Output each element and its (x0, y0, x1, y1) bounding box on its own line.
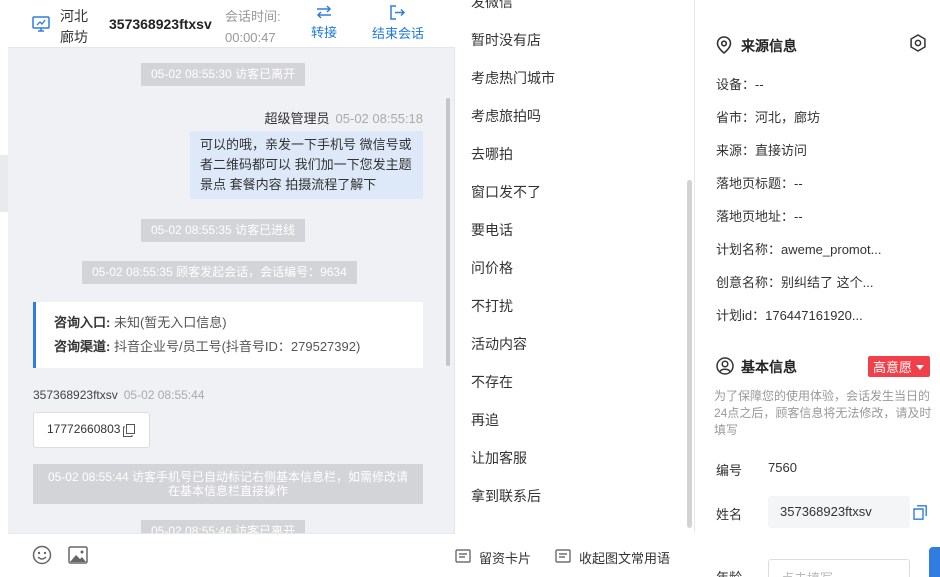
end-session-label: 结束会话 (371, 26, 424, 41)
common-phrases-panel: 发微信 暂时没有店 考虑热门城市 考虑旅拍吗 去哪拍 窗口发不了 要电话 问价格… (455, 0, 695, 577)
system-message: 05-02 08:55:30 访客已离开 (141, 63, 306, 86)
visitor-location: 河北 廊坊 (60, 6, 88, 48)
visitor-time: 05-02 08:55:44 (123, 388, 205, 402)
consult-channel: 咨询渠道: 抖音企业号/员工号(抖音号ID：279527392) (54, 335, 423, 359)
basic-info-header: 基本信息 (716, 357, 797, 377)
system-message: 05-02 08:55:35 顾客发起会话，会话编号：9634 (82, 261, 357, 284)
left-edge-highlight (0, 155, 8, 212)
visitor-name: 357368923ftxsv (33, 388, 118, 402)
collapse-phrases-label: 收起图文常用语 (579, 551, 671, 566)
card-icon (455, 549, 471, 563)
phrase-item[interactable]: 拿到联系后 (471, 486, 541, 506)
age-label: 年龄 (716, 567, 742, 577)
card-icon (555, 549, 571, 563)
settings-icon[interactable] (909, 34, 927, 52)
operator-name: 超级管理员 (264, 111, 330, 126)
number-label: 编号 (716, 463, 743, 478)
consult-entry: 咨询入口: 未知(暂无入口信息) (54, 311, 423, 335)
phrase-item[interactable]: 要电话 (471, 220, 513, 240)
location-province: 河北 (60, 8, 88, 24)
number-value: 7560 (768, 460, 797, 475)
chat-messages[interactable]: 05-02 08:55:30 访客已离开 超级管理员 05-02 08:55:18… (8, 48, 455, 533)
lead-card-button[interactable]: 留资卡片 (455, 548, 531, 567)
age-input[interactable]: 点击填写 (768, 559, 910, 577)
left-edge-strip (0, 0, 8, 577)
source-plan-name: 计划名称：aweme_promot... (716, 242, 882, 257)
consult-entry-label: 咨询入口: (54, 315, 111, 330)
transfer-label: 转接 (310, 25, 337, 40)
system-message: 05-02 08:55:46 访客已离开 (141, 520, 306, 533)
source-creative-name: 创意名称：别纠结了 这个... (716, 275, 874, 290)
phrase-item[interactable]: 去哪拍 (471, 144, 513, 164)
system-message: 05-02 08:55:35 访客已进线 (141, 219, 306, 242)
source-landing-url: 落地页地址：-- (716, 209, 803, 224)
phrase-item[interactable]: 让加客服 (471, 448, 527, 468)
image-icon[interactable] (68, 546, 88, 564)
transfer-icon (316, 5, 332, 19)
phrase-item[interactable]: 活动内容 (471, 334, 527, 354)
operator-meta: 超级管理员 05-02 08:55:18 (265, 108, 423, 127)
end-session-button[interactable]: 结束会话 (368, 5, 428, 42)
consult-channel-value: 抖音企业号/员工号(抖音号ID：279527392) (113, 339, 361, 354)
source-province: 省市：河北，廊坊 (716, 110, 821, 125)
emoji-icon[interactable] (32, 545, 52, 565)
session-time: 00:00:47 (225, 30, 276, 45)
session-label: 会话时间: (225, 9, 281, 24)
phrases-footer: 留资卡片 收起图文常用语 (455, 533, 695, 577)
intent-level-dropdown[interactable]: 高意愿 (868, 356, 931, 377)
location-city: 廊坊 (60, 29, 88, 45)
visitor-phone: 17772660803 (47, 422, 121, 436)
source-landing-title: 落地页标题：-- (716, 176, 803, 191)
session-timer: 会话时间: 00:00:47 (225, 6, 281, 48)
phrase-item[interactable]: 考虑热门城市 (471, 68, 555, 88)
phrase-item[interactable]: 发微信 (471, 0, 513, 12)
phrases-scrollbar[interactable] (687, 180, 692, 528)
visitor-id: 357368923ftxsv (109, 16, 212, 32)
phrase-item[interactable]: 暂时没有店 (471, 30, 541, 50)
visitor-meta: 357368923ftxsv 05-02 08:55:44 (33, 388, 204, 402)
phrase-item[interactable]: 不打扰 (471, 296, 513, 316)
chat-toolbar (8, 533, 455, 577)
copy-icon[interactable] (913, 505, 927, 520)
source-device: 设备：-- (716, 77, 764, 92)
location-pin-icon (716, 36, 732, 54)
phrase-item[interactable]: 窗口发不了 (471, 182, 541, 202)
source-plan-id: 计划id：176447161920... (716, 308, 863, 323)
customer-info-panel: 来源信息 设备：-- 省市：河北，廊坊 来源：直接访问 落地页标题：-- 落地页… (696, 0, 940, 577)
consult-entry-value: 未知(暂无入口信息) (113, 315, 227, 330)
source-origin: 来源：直接访问 (716, 143, 808, 158)
operator-message: 可以的哦，亲发一下手机号 微信号或者二维码都可以 我们加一下您发主题景点 套餐内… (190, 131, 423, 199)
phrase-item[interactable]: 问价格 (471, 258, 513, 278)
exit-icon (390, 5, 406, 20)
source-info-header: 来源信息 (716, 36, 797, 56)
copy-icon[interactable] (123, 424, 135, 437)
phrase-item[interactable]: 考虑旅拍吗 (471, 106, 541, 126)
side-float-tab[interactable] (929, 547, 940, 577)
collapse-phrases-button[interactable]: 收起图文常用语 (555, 548, 670, 567)
system-message: 05-02 08:55:44 访客手机号已自动标记右侧基本信息栏，如需修改请在基… (33, 464, 423, 504)
name-field[interactable]: 357368923ftxsv (768, 496, 910, 528)
operator-time: 05-02 08:55:18 (335, 111, 423, 126)
chat-scrollbar[interactable] (446, 98, 450, 366)
chat-panel: 河北 廊坊 357368923ftxsv 会话时间: 00:00:47 转接 结… (0, 0, 455, 577)
name-label: 姓名 (716, 507, 743, 522)
phrase-item[interactable]: 不存在 (471, 372, 513, 392)
monitor-icon (32, 16, 50, 32)
user-icon (716, 357, 734, 375)
visitor-phone-message[interactable]: 17772660803 (33, 412, 150, 448)
transfer-button[interactable]: 转接 (308, 5, 340, 41)
edit-notice: 为了保障您的使用体验，会话发生当日的24点之后，顾客信息将无法修改，请及时填写 (714, 389, 932, 437)
phrase-item[interactable]: 再追 (471, 410, 499, 430)
consult-channel-label: 咨询渠道: (54, 339, 111, 354)
consult-info-card: 咨询入口: 未知(暂无入口信息) 咨询渠道: 抖音企业号/员工号(抖音号ID：2… (33, 302, 423, 368)
chat-header: 河北 廊坊 357368923ftxsv 会话时间: 00:00:47 转接 结… (8, 0, 455, 48)
